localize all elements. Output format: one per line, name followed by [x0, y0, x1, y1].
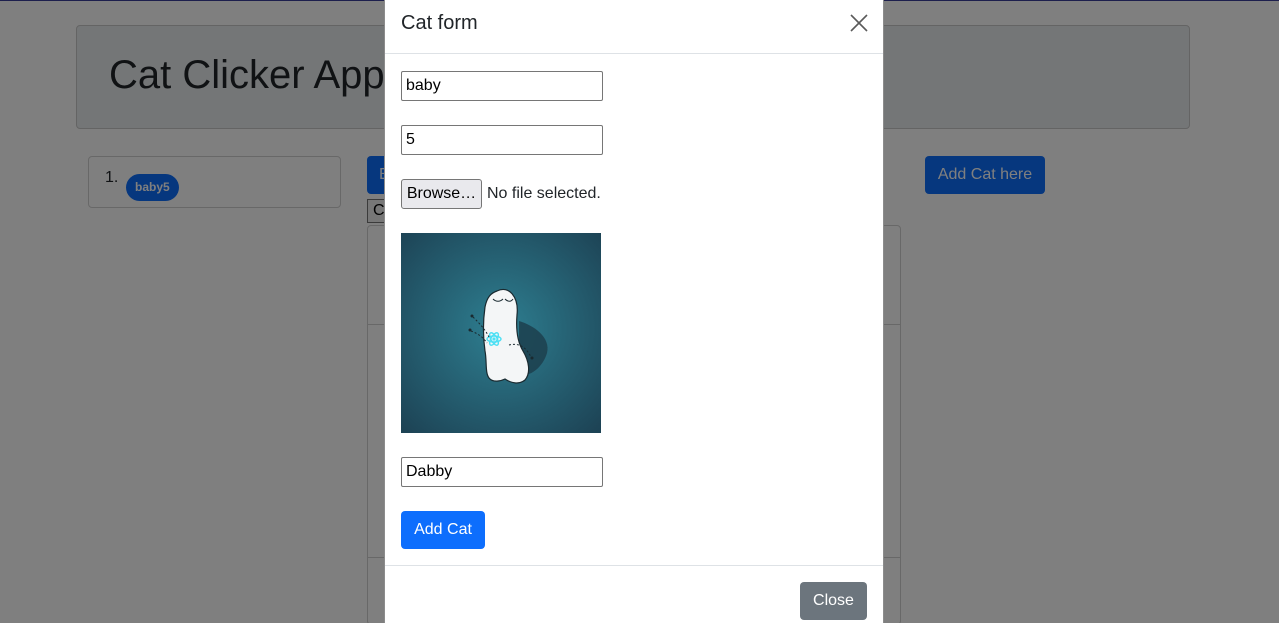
modal-title: Cat form: [401, 12, 478, 34]
browse-button[interactable]: Browse…: [401, 179, 482, 209]
page: Cat Clicker App 1. baby5 E C Add Cat her…: [0, 0, 1279, 623]
cat-clicks-input[interactable]: [401, 125, 603, 155]
modal-header: Cat form: [385, 0, 883, 54]
cat-image-preview: [401, 233, 601, 433]
cat-nickname-input[interactable]: [401, 457, 603, 487]
close-button[interactable]: Close: [800, 582, 867, 620]
add-cat-button[interactable]: Add Cat: [401, 511, 485, 549]
cat-form-modal: Cat form Browse… No file selected.: [384, 0, 884, 623]
file-status-text: No file selected.: [487, 185, 601, 202]
close-icon[interactable]: [849, 13, 869, 33]
cat-name-input[interactable]: [401, 71, 603, 101]
modal-footer: Close: [385, 565, 883, 623]
